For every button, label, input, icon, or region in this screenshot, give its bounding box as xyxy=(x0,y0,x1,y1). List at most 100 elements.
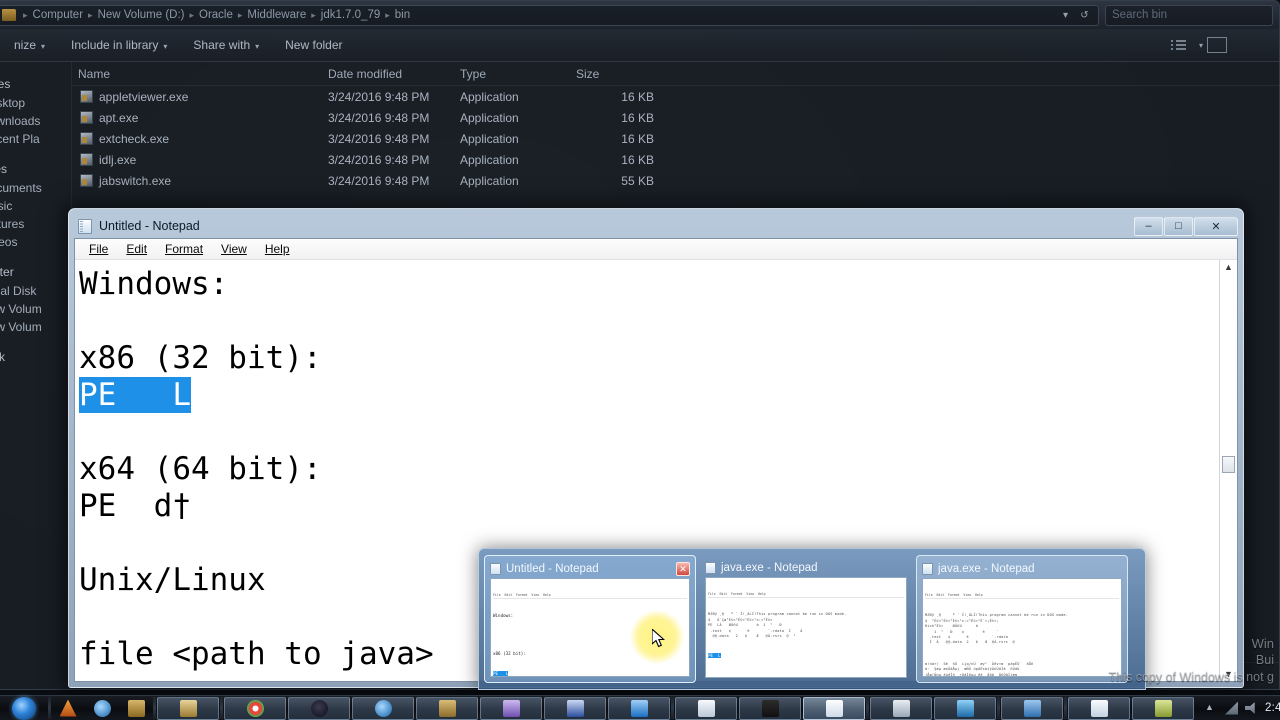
chevron-down-icon[interactable]: ▾ xyxy=(1056,6,1075,25)
chevron-down-icon: ▾ xyxy=(163,42,168,51)
taskbar-text[interactable] xyxy=(870,696,932,720)
breadcrumb-separator: ▸ xyxy=(311,9,316,20)
menu-view[interactable]: View xyxy=(212,242,256,256)
window-title: Untitled - Notepad xyxy=(99,219,200,233)
scroll-up-arrow-icon[interactable]: ▲ xyxy=(1224,260,1233,274)
taskbar-chrome[interactable] xyxy=(224,696,286,720)
taskbar-explorer[interactable] xyxy=(157,696,219,720)
close-button[interactable]: ✕ xyxy=(1194,216,1238,236)
table-row[interactable]: appletviewer.exe 3/24/2016 9:48 PM Appli… xyxy=(72,86,1279,107)
maximize-button[interactable]: □ xyxy=(1164,216,1193,236)
selected-text-line[interactable]: PE L xyxy=(79,377,191,413)
clock[interactable]: 2:40 A xyxy=(1265,702,1280,714)
taskbar-notepad-3[interactable] xyxy=(1068,696,1130,720)
network-icon[interactable] xyxy=(1225,701,1238,715)
address-bar[interactable]: ▸ Computer ▸ New Volume (D:) ▸ Oracle ▸ … xyxy=(0,4,1099,26)
notepad-titlebar[interactable]: Untitled - Notepad – □ ✕ xyxy=(74,214,1238,238)
taskbar-media[interactable] xyxy=(934,696,996,720)
system-tray[interactable]: ▲ 2:40 A xyxy=(1195,696,1280,720)
text-line-1: Windows: xyxy=(79,266,229,302)
thumbnail-java-exe-notepad-2[interactable]: java.exe - Notepad File Edit Format View… xyxy=(916,555,1128,683)
taskbar-firefox[interactable] xyxy=(288,696,350,720)
breadcrumb-bin[interactable]: bin xyxy=(394,9,411,21)
sidebar-item-videos[interactable]: Videos xyxy=(0,233,71,251)
chevron-down-icon[interactable]: ▾ xyxy=(1199,41,1203,50)
taskbar-ie[interactable] xyxy=(352,696,414,720)
quicklaunch-vlc[interactable] xyxy=(52,697,84,720)
taskbar-acrobat[interactable] xyxy=(480,696,542,720)
view-list-icon[interactable] xyxy=(1168,36,1190,54)
menu-file[interactable]: File xyxy=(80,242,117,256)
mini-menubar: File Edit Format View Help xyxy=(925,593,1119,600)
table-row[interactable]: idlj.exe 3/24/2016 9:48 PM Application 1… xyxy=(72,149,1279,170)
taskbar[interactable]: ▲ 2:40 A xyxy=(0,695,1280,720)
taskbar-folder[interactable] xyxy=(1001,696,1063,720)
minimize-button[interactable]: – xyxy=(1134,216,1163,236)
app-icon xyxy=(630,699,648,717)
thumbnail-java-exe-notepad-1[interactable]: java.exe - Notepad File Edit Format View… xyxy=(700,555,912,683)
breadcrumb-oracle[interactable]: Oracle xyxy=(198,9,234,21)
column-header-date-modified[interactable]: Date modified xyxy=(322,67,454,81)
sidebar-item-downloads[interactable]: Downloads xyxy=(0,112,71,130)
new-folder-button[interactable]: New folder xyxy=(272,33,355,57)
breadcrumb-middleware[interactable]: Middleware xyxy=(246,9,307,21)
chevron-up-icon[interactable]: ▲ xyxy=(1205,702,1218,715)
taskbar-calc[interactable] xyxy=(1132,696,1194,720)
search-input[interactable]: Search bin xyxy=(1105,4,1273,26)
sidebar-item-music[interactable]: Music xyxy=(0,197,71,215)
thumbnail-untitled-notepad[interactable]: Untitled - Notepad ✕ File Edit Format Vi… xyxy=(484,555,696,683)
menu-edit[interactable]: Edit xyxy=(117,242,156,256)
thumbnail-close-button[interactable]: ✕ xyxy=(676,562,690,576)
taskbar-app-blue[interactable] xyxy=(608,696,670,720)
quicklaunch-ie[interactable] xyxy=(86,697,118,720)
thumbnail-title: java.exe - Notepad xyxy=(938,563,1035,575)
table-row[interactable]: extcheck.exe 3/24/2016 9:48 PM Applicati… xyxy=(72,128,1279,149)
taskbar-word[interactable] xyxy=(544,696,606,720)
menu-help[interactable]: Help xyxy=(256,242,299,256)
notepad-icon xyxy=(922,563,933,575)
thumbnail-preview-image[interactable]: File Edit Format View Help Windows: x86 … xyxy=(490,578,690,677)
taskbar-notepad-1[interactable] xyxy=(675,696,737,720)
share-with-button[interactable]: Share with ▾ xyxy=(180,33,272,57)
sidebar-item-desktop[interactable]: Desktop xyxy=(0,94,71,112)
breadcrumb-new-volume-d[interactable]: New Volume (D:) xyxy=(97,9,186,21)
sidebar-item-new-volume-2[interactable]: New Volum xyxy=(0,318,71,336)
table-row[interactable]: jabswitch.exe 3/24/2016 9:48 PM Applicat… xyxy=(72,170,1279,191)
taskbar-thumbnail-flyout[interactable]: Untitled - Notepad ✕ File Edit Format Vi… xyxy=(478,548,1146,690)
taskbar-notepad-2[interactable] xyxy=(803,696,865,720)
menu-format[interactable]: Format xyxy=(156,242,212,256)
taskbar-cmd[interactable] xyxy=(739,696,801,720)
quicklaunch-explorer[interactable] xyxy=(120,697,152,720)
column-header-type[interactable]: Type xyxy=(454,67,570,81)
organize-button[interactable]: nize ▾ xyxy=(1,33,58,57)
include-in-library-button[interactable]: Include in library ▾ xyxy=(58,33,180,57)
thumbnail-preview-image[interactable]: File Edit Format View Help MZÐÿ ¸@ º ´ Í… xyxy=(922,578,1122,677)
refresh-icon[interactable]: ↺ xyxy=(1075,6,1094,25)
sidebar-item-documents[interactable]: Documents xyxy=(0,179,71,197)
table-row[interactable]: apt.exe 3/24/2016 9:48 PM Application 16… xyxy=(72,107,1279,128)
navigation-pane[interactable]: Favorites Desktop Downloads Recent Pla L… xyxy=(0,62,72,689)
thumbnail-header: Untitled - Notepad ✕ xyxy=(490,560,690,578)
nav-group-network[interactable]: Network xyxy=(0,347,71,367)
taskbar-explorer-2[interactable] xyxy=(416,696,478,720)
preview-pane-icon[interactable] xyxy=(1207,37,1227,53)
start-button[interactable] xyxy=(0,696,48,720)
column-header-name[interactable]: Name xyxy=(72,67,322,81)
scrollbar-thumb[interactable] xyxy=(1222,456,1235,473)
sidebar-item-local-disk[interactable]: Local Disk xyxy=(0,282,71,300)
volume-icon[interactable] xyxy=(1245,702,1255,714)
vertical-scrollbar[interactable]: ▲ ▼ xyxy=(1219,260,1237,681)
thumbnail-preview-image[interactable]: File Edit Format View Help MZÐÿ ¸@ º ´ Í… xyxy=(705,577,907,678)
column-header-size[interactable]: Size xyxy=(570,67,660,81)
sidebar-item-pictures[interactable]: Pictures xyxy=(0,215,71,233)
vlc-icon xyxy=(59,699,77,717)
ie-icon xyxy=(93,699,111,717)
sidebar-item-new-volume-1[interactable]: New Volum xyxy=(0,300,71,318)
breadcrumb-jdk[interactable]: jdk1.7.0_79 xyxy=(320,9,381,21)
sidebar-item-recent-places[interactable]: Recent Pla xyxy=(0,130,71,148)
breadcrumb-computer[interactable]: Computer xyxy=(32,9,85,21)
file-date: 3/24/2016 9:48 PM xyxy=(328,173,430,188)
notepad-icon xyxy=(78,218,92,234)
